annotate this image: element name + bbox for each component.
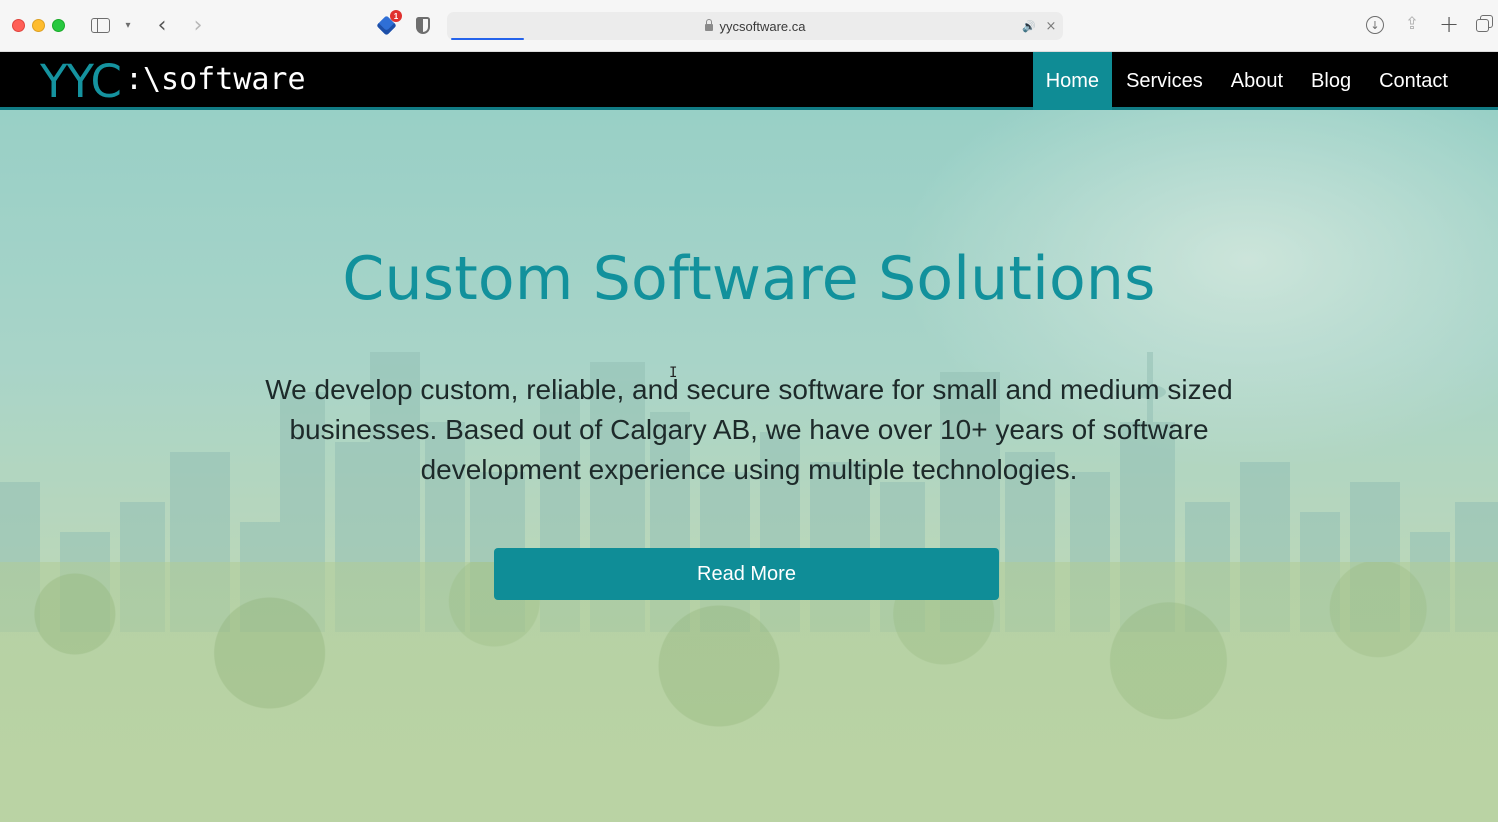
hero-title: Custom Software Solutions xyxy=(342,244,1156,314)
nav-item-blog[interactable]: Blog xyxy=(1297,52,1365,110)
logo-brand: YYC xyxy=(40,54,122,108)
nav-item-about[interactable]: About xyxy=(1217,52,1297,110)
address-text[interactable]: yycsoftware.ca xyxy=(447,12,1063,40)
logo-suffix: :\software xyxy=(124,61,306,97)
speaker-icon[interactable]: 🔊 xyxy=(1021,18,1037,34)
forward-button[interactable]: › xyxy=(186,12,210,38)
address-bar[interactable]: yycsoftware.ca 🔊 × xyxy=(447,12,1063,40)
sidebar-icon xyxy=(90,17,110,33)
close-window-button[interactable] xyxy=(12,19,25,32)
nav-item-services[interactable]: Services xyxy=(1112,52,1217,110)
new-tab-button[interactable]: + xyxy=(1438,10,1460,38)
chevron-right-icon: › xyxy=(193,12,203,38)
chevron-left-icon: ‹ xyxy=(157,12,167,38)
shield-icon xyxy=(416,16,430,34)
main-nav: Home Services About Blog Contact xyxy=(1032,52,1462,110)
site-navbar: YYC :\software Home Services About Blog … xyxy=(0,52,1498,110)
minimize-window-button[interactable] xyxy=(32,19,45,32)
site-logo[interactable]: YYC :\software xyxy=(40,54,306,108)
privacy-report-button[interactable] xyxy=(412,14,434,36)
chevron-down-icon[interactable]: ▾ xyxy=(121,16,135,34)
browser-toolbar: ▾ ‹ › 1 yycsoftware.ca 🔊 × ↓ ⇪ + xyxy=(0,0,1498,52)
sidebar-toggle-button[interactable] xyxy=(89,16,111,34)
extension-button[interactable]: 1 xyxy=(373,10,402,38)
nav-item-home[interactable]: Home xyxy=(1032,52,1113,110)
lock-icon xyxy=(704,18,713,31)
downloads-button[interactable]: ↓ xyxy=(1364,14,1386,36)
url-label: yycsoftware.ca xyxy=(719,18,806,34)
tab-overview-button[interactable] xyxy=(1474,14,1496,36)
download-icon: ↓ xyxy=(1366,16,1384,34)
text-cursor-icon: I xyxy=(669,365,678,381)
extension-badge: 1 xyxy=(390,10,402,22)
hero-description: We develop custom, reliable, and secure … xyxy=(265,374,1233,485)
tab-overview-icon-front xyxy=(1476,19,1489,32)
plus-icon: + xyxy=(1438,10,1460,38)
nav-item-contact[interactable]: Contact xyxy=(1365,52,1462,110)
close-icon[interactable]: × xyxy=(1043,18,1059,34)
back-button[interactable]: ‹ xyxy=(150,12,174,38)
share-button[interactable]: ⇪ xyxy=(1401,12,1423,36)
share-icon: ⇪ xyxy=(1404,14,1420,34)
zoom-window-button[interactable] xyxy=(52,19,65,32)
read-more-button[interactable]: Read More xyxy=(494,548,999,600)
hero-section: Custom Software Solutions We develop cus… xyxy=(0,110,1498,822)
